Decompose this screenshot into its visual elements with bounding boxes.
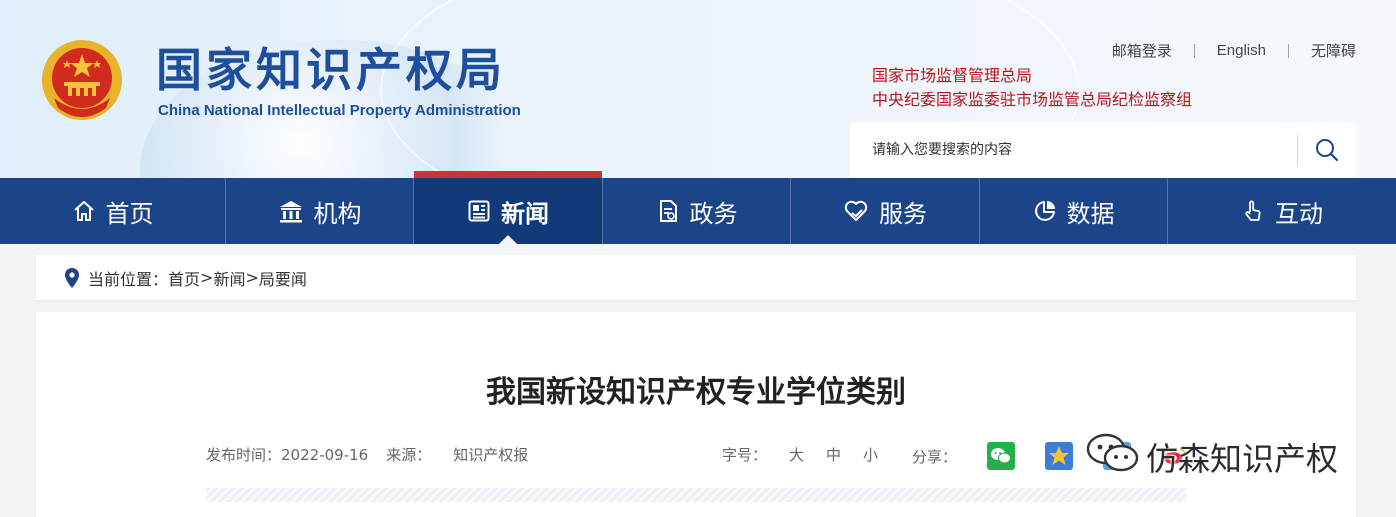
site-logo-chinese[interactable]: 国家知识产权局	[156, 42, 506, 98]
breadcrumb-separator: >	[245, 268, 259, 287]
search-input[interactable]	[850, 122, 1297, 178]
nav-label: 首页	[105, 199, 154, 228]
source-label: 来源：	[386, 446, 432, 464]
supervising-agencies: 国家市场监督管理总局 中央纪委国家监委驻市场监管总局纪检监察组	[872, 64, 1192, 112]
main-nav: 首页 机构 新闻 政务 服务 数据 互动	[0, 171, 1396, 244]
wechat-account-watermark: 仿森知识产权	[1086, 432, 1338, 482]
breadcrumb-bureau-news[interactable]: 局要闻	[259, 266, 307, 290]
nav-label: 新闻	[501, 199, 549, 228]
mail-login-link[interactable]: 邮箱登录	[1112, 40, 1172, 61]
location-pin-icon	[64, 267, 80, 288]
nav-item-services[interactable]: 服务	[791, 178, 980, 244]
nav-item-interaction[interactable]: 互动	[1168, 178, 1396, 244]
nav-item-news[interactable]: 新闻	[414, 171, 603, 244]
top-links: 邮箱登录 English 无障碍	[1112, 40, 1356, 61]
nav-item-data[interactable]: 数据	[980, 178, 1168, 244]
search-box	[850, 122, 1356, 178]
pie-chart-icon	[1033, 199, 1057, 223]
publish-date: 2022-09-16	[281, 445, 369, 464]
article-meta: 发布时间： 2022-09-16 来源： 知识产权报	[206, 444, 528, 465]
home-icon	[72, 199, 96, 223]
newspaper-icon	[467, 199, 491, 223]
national-emblem-icon[interactable]	[40, 38, 124, 122]
heart-hand-icon	[843, 199, 869, 223]
wechat-share-icon[interactable]	[987, 442, 1016, 470]
supervise-line-2[interactable]: 中央纪委国家监委驻市场监管总局纪检监察组	[872, 88, 1192, 112]
font-size-large[interactable]: 大	[789, 444, 804, 465]
supervise-line-1[interactable]: 国家市场监督管理总局	[872, 64, 1192, 88]
english-link[interactable]: English	[1217, 42, 1266, 59]
breadcrumb-separator: >	[200, 268, 214, 287]
nav-label: 机构	[313, 199, 362, 228]
nav-item-home[interactable]: 首页	[0, 178, 226, 244]
font-size-small[interactable]: 小	[863, 444, 878, 465]
article-divider	[206, 488, 1186, 502]
hand-pointer-icon	[1241, 199, 1265, 223]
wechat-watermark-icon	[1086, 432, 1140, 482]
link-separator	[1287, 43, 1289, 58]
font-size-label: 字号：	[722, 446, 768, 464]
font-size-control: 字号： 大 中 小	[722, 444, 878, 465]
font-size-medium[interactable]: 中	[826, 444, 841, 465]
share-label: 分享：	[912, 447, 958, 466]
nav-item-government-affairs[interactable]: 政务	[603, 178, 791, 244]
building-icon	[278, 199, 304, 223]
link-separator	[1193, 43, 1195, 58]
accessibility-link[interactable]: 无障碍	[1311, 40, 1356, 61]
source-value: 知识产权报	[453, 446, 529, 464]
breadcrumb-home[interactable]: 首页	[168, 266, 200, 290]
nav-label: 服务	[879, 199, 927, 228]
breadcrumb-prefix: 当前位置：	[88, 269, 169, 289]
watermark-text: 仿森知识产权	[1146, 440, 1339, 478]
nav-label: 互动	[1275, 199, 1323, 228]
document-icon	[656, 199, 680, 223]
nav-label: 数据	[1066, 199, 1115, 228]
article-title: 我国新设知识产权专业学位类别	[486, 375, 906, 410]
qzone-share-icon[interactable]	[1045, 442, 1074, 470]
nav-item-organization[interactable]: 机构	[226, 178, 414, 244]
search-button[interactable]	[1298, 122, 1356, 178]
site-header: 国家知识产权局 China National Intellectual Prop…	[0, 0, 1396, 178]
article-panel: 我国新设知识产权专业学位类别 发布时间： 2022-09-16 来源： 知识产权…	[36, 312, 1356, 517]
search-icon	[1316, 139, 1339, 162]
site-logo-english[interactable]: China National Intellectual Property Adm…	[158, 102, 521, 119]
breadcrumb-news[interactable]: 新闻	[213, 266, 245, 290]
breadcrumb: 当前位置： 首页 > 新闻 > 局要闻	[36, 255, 1356, 300]
publish-label: 发布时间：	[206, 446, 282, 464]
nav-label: 政务	[689, 199, 738, 228]
